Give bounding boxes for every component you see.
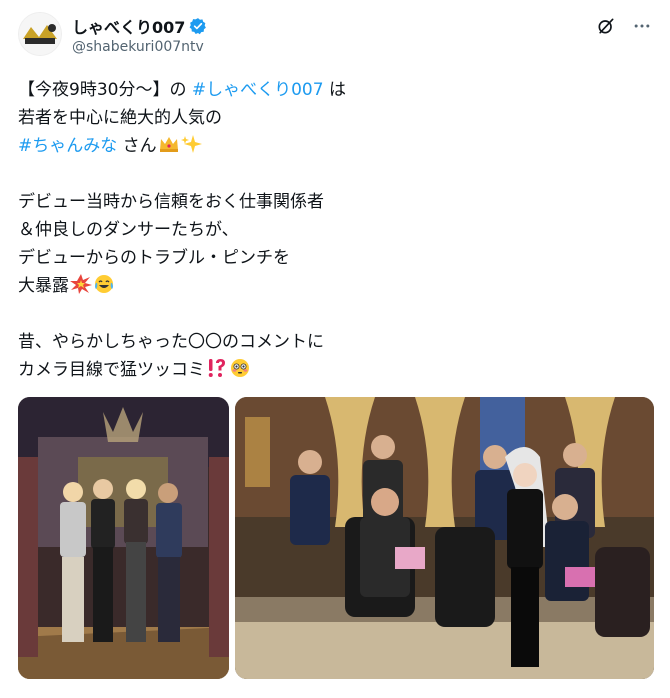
exclamation-question-emoji-icon <box>206 358 228 387</box>
post-line: 若者を中心に絶大的人気の <box>18 108 222 128</box>
post-line: ＆仲良しのダンサーたちが、 <box>18 220 239 240</box>
post-text-segment: は <box>323 80 346 100</box>
post-line: 大暴露 <box>18 272 648 300</box>
post-header: しゃべくり007 @shabekuri007ntv <box>18 8 658 64</box>
avatar[interactable] <box>18 12 62 56</box>
show-logo-avatar <box>19 13 61 55</box>
studio-talk-scene[interactable] <box>235 397 654 679</box>
group-photo-on-set[interactable] <box>18 397 229 679</box>
hashtag-link[interactable]: #ちゃんみな <box>18 136 117 156</box>
tears-of-joy-emoji-icon <box>93 274 115 303</box>
post-line: デビューからのトラブル・ピンチを <box>18 248 290 268</box>
display-name[interactable]: しゃべくり007 <box>72 14 185 38</box>
post-line: #ちゃんみな さん <box>18 132 648 160</box>
hashtag-link[interactable]: #しゃべくり007 <box>192 80 324 100</box>
media-grid <box>18 397 654 679</box>
post-text-segment: カメラ目線で猛ツッコミ <box>18 360 205 380</box>
post-text-segment: 大暴露 <box>18 276 69 296</box>
more-dots-icon[interactable] <box>632 16 652 36</box>
grok-icon[interactable] <box>596 16 616 36</box>
flushed-face-emoji-icon <box>229 358 251 387</box>
post-line: カメラ目線で猛ツッコミ <box>18 356 648 384</box>
verified-badge-icon <box>189 17 207 35</box>
account-handle[interactable]: @shabekuri007ntv <box>72 39 204 55</box>
sparkles-emoji-icon <box>180 134 203 163</box>
post-line: 昔、やらかしちゃった〇〇のコメントに <box>18 332 324 352</box>
post-text-segment: さん <box>117 136 157 156</box>
post-line: デビュー当時から信頼をおく仕事関係者 <box>18 192 324 212</box>
collision-emoji-icon <box>70 274 92 303</box>
post-line: 【今夜9時30分～】の #しゃべくり007 は <box>18 76 648 104</box>
post-text-segment: 【今夜9時30分～】の <box>18 80 192 100</box>
post-text: 【今夜9時30分～】の #しゃべくり007 は 若者を中心に絶大的人気の #ちゃ… <box>18 76 648 384</box>
crown-emoji-icon <box>158 134 180 163</box>
